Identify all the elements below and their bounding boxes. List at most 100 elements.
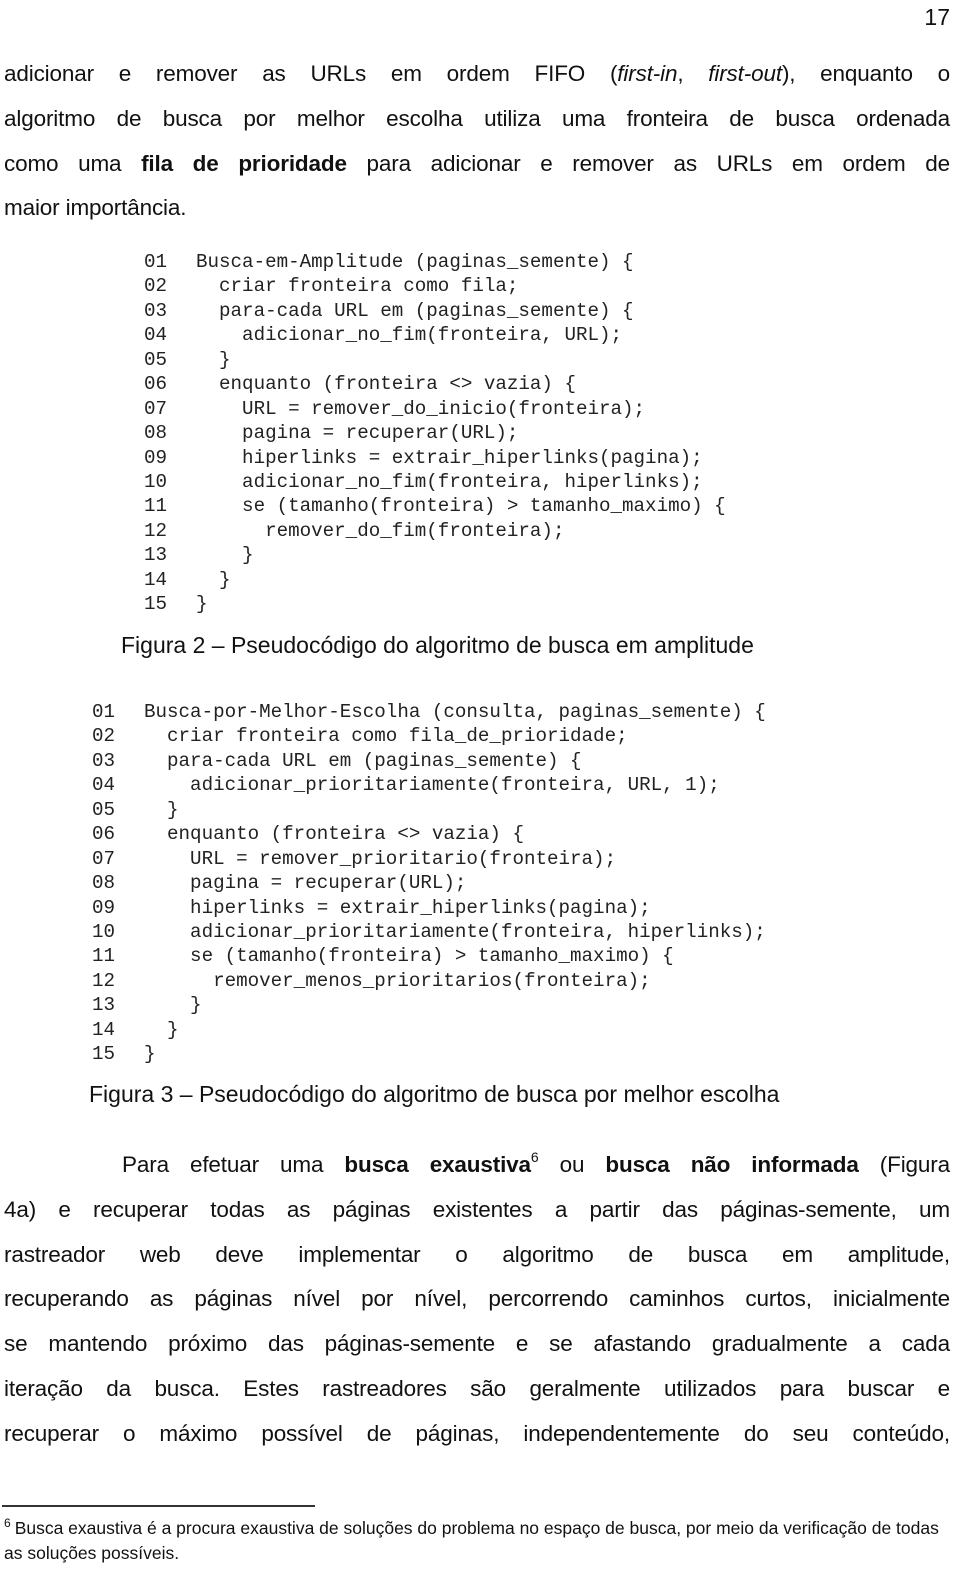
code-text: } [196,348,231,371]
code-text: criar fronteira como fila; [196,275,519,298]
line-number: 13 [92,994,116,1017]
line-number: 10 [92,920,116,943]
text-run: ou [538,1152,606,1177]
code-text: adicionar_prioritariamente(fronteira, UR… [144,774,720,797]
code-text: criar fronteira como fila_de_prioridade; [144,725,628,748]
code-line: 07 URL = remover_do_inicio(fronteira); [144,397,726,421]
footnote-text: Busca exaustiva é a procura exaustiva de… [4,1518,939,1563]
code-line: 04 adicionar_no_fim(fronteira, URL); [144,323,726,347]
code-line: 11 se (tamanho(fronteira) > tamanho_maxi… [144,494,726,518]
code-line: 12 remover_do_fim(fronteira); [144,519,726,543]
line-number: 10 [144,470,168,493]
line-number: 06 [144,373,168,396]
line-number: 03 [92,749,116,772]
footnote-separator [2,1505,315,1507]
text-line: rastreador web deve implementar o algori… [4,1233,950,1278]
code-line: 01 Busca-por-Melhor-Escolha (consulta, pa… [92,700,766,724]
code-line: 14 } [92,1018,766,1042]
italic-term: first-out [708,61,782,86]
text-line: 4a) e recuperar todas as páginas existen… [4,1188,950,1233]
code-text: } [144,1043,156,1066]
text-run: Para efetuar uma [122,1152,345,1177]
code-text: } [144,1018,179,1041]
code-line: 09 hiperlinks = extrair_hiperlinks(pagin… [144,446,726,470]
code-line: 15} [92,1042,766,1066]
line-number: 14 [144,568,168,591]
code-text: enquanto (fronteira <> vazia) { [196,373,576,396]
code-line: 08 pagina = recuperar(URL); [92,871,766,895]
text-run: recuperar o máximo possível de páginas, … [4,1420,950,1446]
line-number: 12 [144,519,168,542]
text-line: adicionar e remover as URLs em ordem FIF… [4,52,950,97]
code-text: se (tamanho(fronteira) > tamanho_maximo)… [144,945,674,968]
line-number: 05 [144,348,168,371]
text-line: Para efetuar uma busca exaustiva6 ou bus… [4,1143,950,1188]
line-number: 04 [144,324,168,347]
code-line: 01 Busca-em-Amplitude (paginas_semente) { [144,250,726,274]
code-text: remover_do_fim(fronteira); [196,519,565,542]
code-line: 11 se (tamanho(fronteira) > tamanho_maxi… [92,944,766,968]
code-line: 03 para-cada URL em (paginas_semente) { [144,299,726,323]
code-line: 04 adicionar_prioritariamente(fronteira,… [92,773,766,797]
code-line: 15} [144,592,726,616]
line-number: 09 [144,446,168,469]
line-number: 11 [144,495,168,518]
code-line: 06 enquanto (fronteira <> vazia) { [144,372,726,396]
code-line: 12 remover_menos_prioritarios(fronteira)… [92,969,766,993]
code-line: 08 pagina = recuperar(URL); [144,421,726,445]
text-run: como uma [4,150,142,176]
code-text: } [144,994,202,1017]
code-text: para-cada URL em (paginas_semente) { [196,299,634,322]
code-text: } [144,798,179,821]
code-block-figure-3: 01 Busca-por-Melhor-Escolha (consulta, pa… [92,700,766,1067]
code-line: 02 criar fronteira como fila; [144,274,726,298]
line-number: 11 [92,945,116,968]
text-run: iteração da busca. Estes rastreadores sã… [4,1375,950,1401]
text-line: algoritmo de busca por melhor escolha ut… [4,97,950,142]
code-text: } [196,568,231,591]
line-number: 07 [92,847,116,870]
line-number: 08 [144,422,168,445]
code-line: 10 adicionar_no_fim(fronteira, hiperlink… [144,470,726,494]
line-number: 02 [92,725,116,748]
code-text: para-cada URL em (paginas_semente) { [144,749,582,772]
code-line: 14 } [144,568,726,592]
caption-figure-3: Figura 3 – Pseudocódigo do algoritmo de … [89,1081,780,1107]
line-number: 02 [144,275,168,298]
bold-term: busca não informada [605,1152,859,1177]
footnote-mark: 6 [4,1516,11,1530]
line-number: 04 [92,774,116,797]
line-number: 14 [92,1018,116,1041]
text-run: recuperando as páginas nível por nível, … [4,1286,950,1312]
code-text: } [196,544,254,567]
line-number: 15 [144,593,168,616]
code-line: 05 } [144,348,726,372]
line-number: 12 [92,969,116,992]
text-run: rastreador web deve implementar o algori… [4,1241,950,1267]
line-number: 15 [92,1043,116,1066]
line-number: 08 [92,872,116,895]
code-line: 13 } [144,543,726,567]
bold-term: fila de prioridade [141,150,347,176]
text-run: algoritmo de busca por melhor escolha ut… [4,105,950,131]
code-line: 07 URL = remover_prioritario(fronteira); [92,847,766,871]
code-text: } [196,593,208,616]
code-text: pagina = recuperar(URL); [144,872,467,895]
code-text: adicionar_prioritariamente(fronteira, hi… [144,920,766,943]
code-text: enquanto (fronteira <> vazia) { [144,823,524,846]
line-number: 06 [92,823,116,846]
code-line: 10 adicionar_prioritariamente(fronteira,… [92,920,766,944]
text-run: , [677,61,709,86]
line-number: 01 [92,701,116,723]
paragraph-busca-exaustiva: Para efetuar uma busca exaustiva6 ou bus… [4,1143,950,1457]
code-text: se (tamanho(fronteira) > tamanho_maximo)… [196,495,726,518]
line-number: 09 [92,896,116,919]
code-text: hiperlinks = extrair_hiperlinks(pagina); [196,446,703,469]
footnote: 6 Busca exaustiva é a procura exaustiva d… [4,1516,944,1566]
code-text: remover_menos_prioritarios(fronteira); [144,969,651,992]
code-text: hiperlinks = extrair_hiperlinks(pagina); [144,896,651,919]
caption-figure-2: Figura 2 – Pseudocódigo do algoritmo de … [121,632,754,658]
code-text: adicionar_no_fim(fronteira, URL); [196,324,623,347]
text-line: como uma fila de prioridade para adicion… [4,142,950,187]
code-line: 06 enquanto (fronteira <> vazia) { [92,822,766,846]
